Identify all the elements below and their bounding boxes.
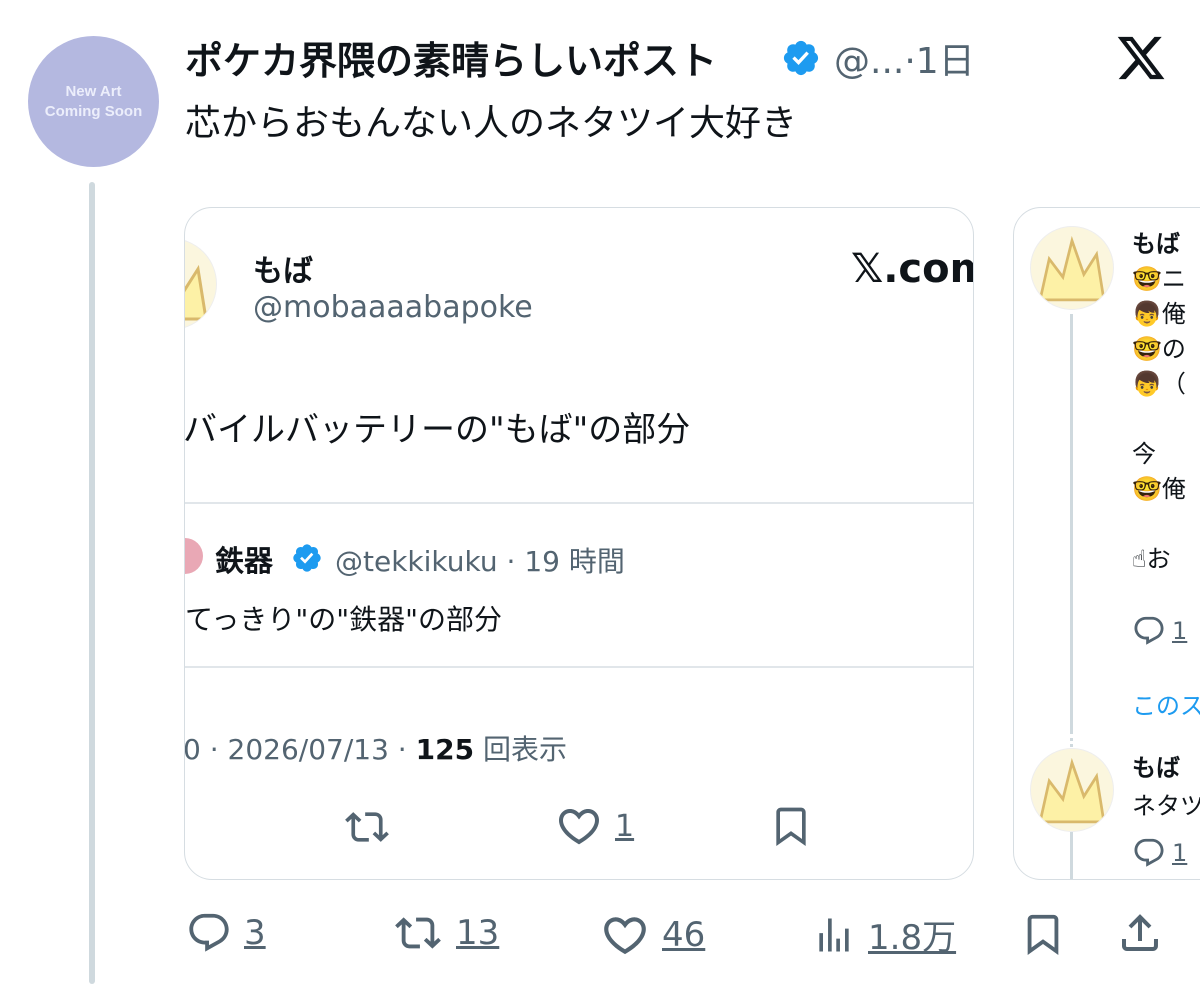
- thread-avatar-image: [1038, 757, 1106, 824]
- embed-author-name[interactable]: もば: [253, 246, 313, 290]
- embed-meta: 0 · 2026/07/13 · 125 回表示: [184, 728, 567, 768]
- thread-preview-card[interactable]: もば 🤓ニ 👦俺 🤓の 👦（ 今 🤓俺 ☝お 1 このス もば ネタツ 1: [1013, 207, 1200, 880]
- show-more-link[interactable]: このス: [1132, 686, 1200, 721]
- thread-line-8: [1132, 507, 1186, 542]
- author-handle[interactable]: @...: [834, 41, 904, 82]
- thread-line-4: 👦（: [1132, 370, 1186, 398]
- thread-avatar-image: [1038, 235, 1106, 302]
- thread-reply-count[interactable]: 1: [1172, 839, 1187, 867]
- thread-line-1: 🤓ニ: [1132, 265, 1186, 293]
- thread-avatar[interactable]: [1030, 748, 1114, 832]
- reply-icon: [1134, 616, 1164, 645]
- reply-button[interactable]: 3: [186, 910, 266, 956]
- thread-text: 🤓ニ 👦俺 🤓の 👦（ 今 🤓俺 ☝お: [1132, 262, 1186, 577]
- thread-line: [89, 182, 95, 984]
- views-button[interactable]: 1.8万: [812, 910, 956, 959]
- like-button[interactable]: 46: [600, 910, 705, 960]
- source-label: 𝕏.com: [851, 246, 973, 292]
- thread-reply-button[interactable]: 1: [1132, 836, 1187, 870]
- heart-icon: [604, 917, 646, 955]
- x-logo-icon[interactable]: [1113, 32, 1169, 84]
- quote-avatar[interactable]: [185, 538, 203, 574]
- embed-date: 0 · 2026/07/13 ·: [184, 733, 416, 766]
- quote-time: · 19 時間: [506, 545, 625, 578]
- reply-icon: [189, 913, 229, 952]
- repost-icon[interactable]: [341, 805, 393, 849]
- thread-reply-button[interactable]: 1: [1132, 614, 1187, 648]
- quote-handle[interactable]: @tekkikuku: [335, 545, 498, 578]
- embed-view-count: 125: [415, 733, 475, 766]
- quote-handle-and-time[interactable]: @tekkikuku · 19 時間: [335, 540, 625, 580]
- author-name[interactable]: ポケカ界隈の素晴らしいポスト: [185, 30, 717, 85]
- like-count[interactable]: 46: [662, 915, 705, 955]
- thread-line-2: 👦俺: [1132, 300, 1186, 328]
- thread-line-3: 🤓の: [1132, 335, 1186, 363]
- embed-like-count[interactable]: 1: [615, 809, 634, 844]
- thread-text: ネタツ: [1132, 792, 1200, 820]
- thread-line-5: [1132, 402, 1186, 437]
- embed-like-button[interactable]: 1: [555, 802, 634, 850]
- view-count[interactable]: 1.8万: [868, 910, 956, 959]
- post-text: 芯からおもんない人のネタツイ大好き: [185, 103, 798, 144]
- author-handle-and-time[interactable]: @...·1日: [834, 32, 975, 84]
- embed-view-label: 回表示: [474, 733, 567, 766]
- embed-avatar[interactable]: [185, 238, 217, 330]
- separator: [185, 502, 973, 504]
- reply-icon: [1134, 838, 1164, 867]
- thread-author-name[interactable]: もば: [1132, 224, 1180, 259]
- embed-author-handle[interactable]: @mobaaaabapoke: [253, 290, 533, 325]
- thread-line-6: 今: [1132, 440, 1156, 468]
- reply-count[interactable]: 3: [244, 913, 266, 953]
- thread-line: [1070, 832, 1073, 879]
- thread-avatar[interactable]: [1030, 226, 1114, 310]
- repost-icon: [395, 917, 441, 949]
- thread-line-7: 🤓俺: [1132, 475, 1186, 503]
- post-time[interactable]: ·1日: [904, 41, 974, 82]
- avatar-text-1: New Art: [65, 82, 122, 100]
- embedded-post-card[interactable]: もば @mobaaaabapoke 𝕏.com バイルバッテリーの"もば"の部分…: [184, 207, 974, 880]
- quote-text: てっきり"の"鉄器"の部分: [185, 603, 502, 636]
- author-avatar[interactable]: New Art Coming Soon: [28, 36, 159, 167]
- separator: [185, 666, 973, 668]
- thread-reply-count[interactable]: 1: [1172, 617, 1187, 645]
- bookmark-icon[interactable]: [1020, 910, 1066, 958]
- share-icon[interactable]: [1116, 908, 1164, 958]
- embed-avatar-image: [185, 264, 208, 321]
- verified-badge-icon: [293, 544, 321, 572]
- repost-button[interactable]: 13: [392, 910, 499, 956]
- repost-count[interactable]: 13: [456, 913, 499, 953]
- avatar-text-2: Coming Soon: [44, 102, 143, 120]
- quote-author-name[interactable]: 鉄器: [215, 538, 273, 580]
- analytics-icon: [819, 918, 849, 951]
- thread-line-9: ☝お: [1132, 545, 1171, 573]
- thread-line: [1070, 314, 1073, 734]
- embed-post-text: バイルバッテリーの"もば"の部分: [184, 410, 691, 450]
- bookmark-icon[interactable]: [769, 802, 813, 850]
- thread-author-name[interactable]: もば: [1132, 748, 1180, 783]
- verified-badge-icon: [783, 40, 819, 76]
- heart-icon: [558, 809, 600, 845]
